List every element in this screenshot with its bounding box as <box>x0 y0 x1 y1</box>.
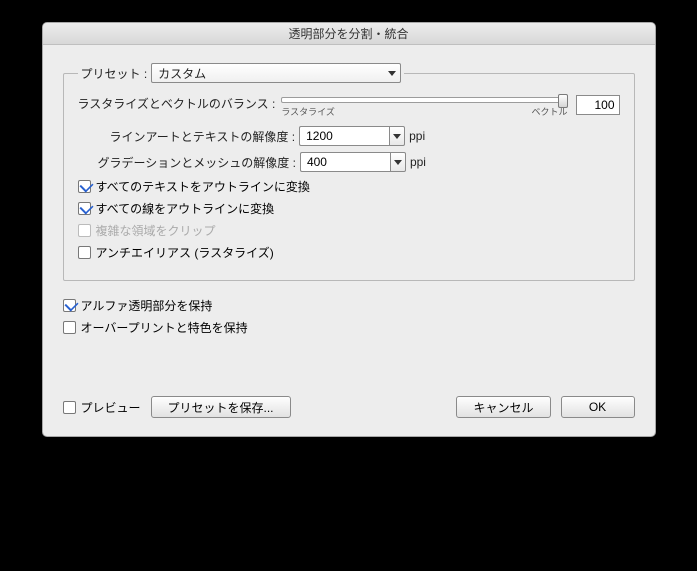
content-area: プリセット : カスタム ラスタライズとベクトルのバランス : ラスタライズ ベ… <box>43 45 655 436</box>
gradient-unit: ppi <box>410 155 426 169</box>
alpha-checkbox[interactable] <box>63 299 76 312</box>
overprint-row[interactable]: オーバープリントと特色を保持 <box>63 319 635 336</box>
stroke-outline-label: すべての線をアウトラインに変換 <box>96 200 275 217</box>
gradient-dropdown[interactable] <box>390 152 406 172</box>
alpha-label: アルファ透明部分を保持 <box>81 297 213 314</box>
text-outline-label: すべてのテキストをアウトラインに変換 <box>96 178 310 195</box>
stroke-outline-row[interactable]: すべての線をアウトラインに変換 <box>78 200 620 217</box>
lineart-label: ラインアートとテキストの解像度 : <box>110 128 296 145</box>
chevron-down-icon <box>393 134 401 139</box>
lineart-dropdown[interactable] <box>389 126 405 146</box>
alpha-row[interactable]: アルファ透明部分を保持 <box>63 297 635 314</box>
clip-complex-row: 複雑な領域をクリップ <box>78 222 620 239</box>
lineart-unit: ppi <box>409 129 425 143</box>
preset-value: カスタム <box>158 65 206 82</box>
balance-slider[interactable] <box>281 97 567 103</box>
chevron-down-icon <box>394 160 402 165</box>
titlebar: 透明部分を分割・統合 <box>43 23 655 45</box>
save-preset-button[interactable]: プリセットを保存... <box>151 396 291 418</box>
antialias-row[interactable]: アンチエイリアス (ラスタライズ) <box>78 244 620 261</box>
gradient-label: グラデーションとメッシュの解像度 : <box>98 154 296 171</box>
text-outline-checkbox[interactable] <box>78 180 91 193</box>
title-text: 透明部分を分割・統合 <box>288 25 408 42</box>
balance-label: ラスタライズとベクトルのバランス : <box>78 95 276 112</box>
chevron-down-icon <box>388 71 396 76</box>
preview-label: プレビュー <box>81 399 141 416</box>
balance-value-input[interactable] <box>576 95 620 115</box>
overprint-label: オーバープリントと特色を保持 <box>81 319 248 336</box>
gradient-input[interactable] <box>300 152 390 172</box>
preset-group: プリセット : カスタム ラスタライズとベクトルのバランス : ラスタライズ ベ… <box>63 63 635 281</box>
slider-left-label: ラスタライズ <box>281 105 335 118</box>
lineart-input[interactable] <box>299 126 389 146</box>
antialias-checkbox[interactable] <box>78 246 91 259</box>
preview-row[interactable]: プレビュー <box>63 399 141 416</box>
clip-complex-checkbox <box>78 224 91 237</box>
preset-label: プリセット : <box>81 65 148 82</box>
save-preset-label: プリセットを保存... <box>168 399 274 416</box>
overprint-checkbox[interactable] <box>63 321 76 334</box>
cancel-label: キャンセル <box>473 399 533 416</box>
lineart-row: ラインアートとテキストの解像度 : ppi <box>78 126 620 146</box>
preset-select[interactable]: カスタム <box>151 63 401 83</box>
clip-complex-label: 複雑な領域をクリップ <box>96 222 216 239</box>
footer: プレビュー プリセットを保存... キャンセル OK <box>63 396 635 418</box>
stroke-outline-checkbox[interactable] <box>78 202 91 215</box>
preview-checkbox[interactable] <box>63 401 76 414</box>
balance-row: ラスタライズとベクトルのバランス : ラスタライズ ベクトル <box>78 95 620 118</box>
balance-slider-wrap: ラスタライズ ベクトル <box>281 95 567 118</box>
slider-thumb[interactable] <box>558 94 568 108</box>
text-outline-row[interactable]: すべてのテキストをアウトラインに変換 <box>78 178 620 195</box>
dialog-window: 透明部分を分割・統合 プリセット : カスタム ラスタライズとベクトルのバランス… <box>42 22 656 437</box>
ok-button[interactable]: OK <box>561 396 635 418</box>
cancel-button[interactable]: キャンセル <box>456 396 550 418</box>
slider-tick-labels: ラスタライズ ベクトル <box>281 105 567 118</box>
outer-checks: アルファ透明部分を保持 オーバープリントと特色を保持 <box>63 297 635 336</box>
gradient-row: グラデーションとメッシュの解像度 : ppi <box>78 152 620 172</box>
ok-label: OK <box>589 400 606 414</box>
antialias-label: アンチエイリアス (ラスタライズ) <box>96 244 274 261</box>
preset-legend: プリセット : カスタム <box>78 63 405 83</box>
